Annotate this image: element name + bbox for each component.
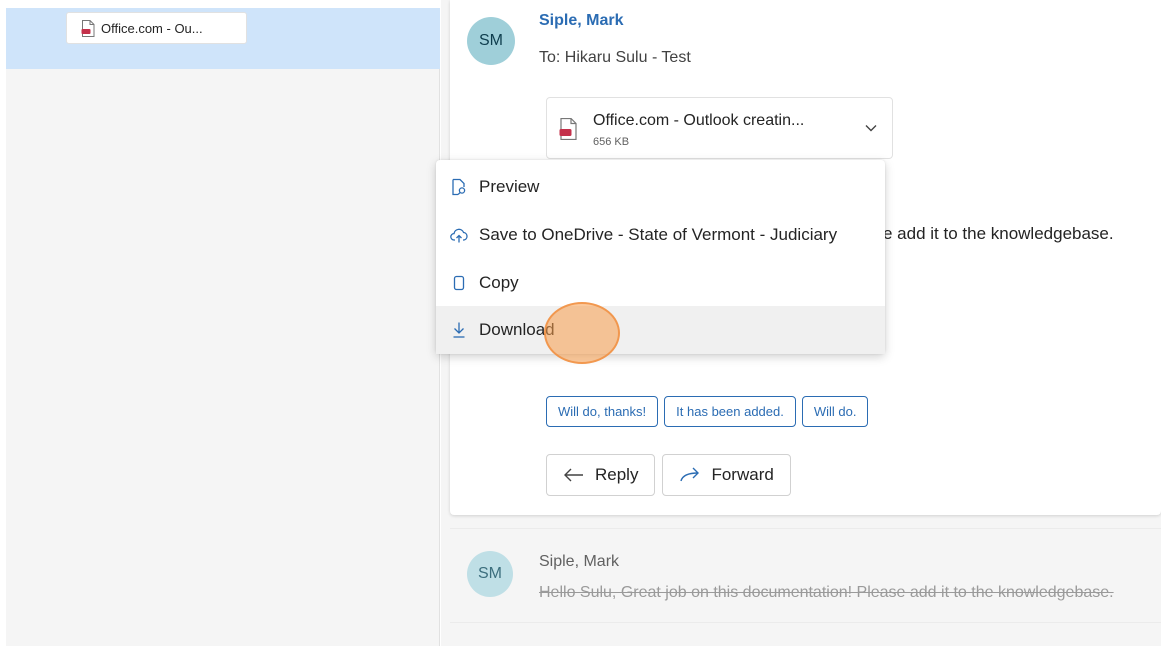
menu-item-download[interactable]: Download	[436, 306, 885, 354]
suggested-reply-button[interactable]: It has been added.	[664, 396, 796, 427]
suggested-replies: Will do, thanks! It has been added. Will…	[546, 396, 869, 427]
attachment-size: 656 KB	[593, 136, 630, 148]
pdf-file-icon	[81, 19, 95, 37]
click-indicator	[544, 302, 620, 364]
sender-name: Siple, Mark	[539, 553, 620, 570]
preview-icon	[452, 178, 466, 196]
collapsed-message[interactable]: SM Siple, Mark Hello Sulu, Great job on …	[450, 528, 1161, 623]
copy-icon	[453, 275, 465, 291]
reply-arrow-icon	[564, 468, 583, 482]
forward-arrow-icon	[680, 467, 700, 482]
selected-message-row[interactable]: Office.com - Ou...	[6, 8, 440, 69]
message-preview: Hello Sulu, Great job on this documentat…	[539, 584, 1114, 601]
forward-label: Forward	[711, 465, 774, 484]
attachment-card[interactable]: Office.com - Outlook creatin... 656 KB	[546, 97, 893, 159]
attachment-chip-label: Office.com - Ou...	[101, 20, 203, 36]
message-body-text: e add it to the knowledgebase.	[883, 224, 1114, 243]
avatar[interactable]: SM	[467, 17, 515, 65]
attachment-context-menu: Preview Save to OneDrive - State of Verm…	[436, 160, 885, 354]
avatar[interactable]: SM	[467, 551, 513, 597]
chevron-down-icon[interactable]	[863, 120, 879, 136]
forward-button[interactable]: Forward	[662, 454, 791, 496]
download-icon	[453, 322, 465, 338]
pdf-file-icon	[559, 118, 577, 140]
menu-item-copy[interactable]: Copy	[436, 259, 885, 307]
attachment-chip[interactable]: Office.com - Ou...	[66, 12, 247, 44]
reply-label: Reply	[595, 465, 639, 484]
suggested-reply-button[interactable]: Will do, thanks!	[546, 396, 659, 427]
message-actions: Reply Forward	[546, 454, 791, 496]
recipients-line: To: Hikaru Sulu - Test	[539, 49, 691, 66]
menu-item-label: Preview	[479, 177, 540, 196]
menu-item-label: Copy	[479, 273, 519, 292]
sender-name[interactable]: Siple, Mark	[539, 12, 623, 30]
menu-item-preview[interactable]: Preview	[436, 163, 885, 211]
cloud-upload-icon	[450, 228, 468, 243]
attachment-name: Office.com - Outlook creatin...	[593, 112, 805, 129]
suggested-reply-button[interactable]: Will do.	[801, 396, 869, 427]
message-list-pane: Office.com - Ou...	[6, 8, 440, 646]
reply-button[interactable]: Reply	[546, 454, 656, 496]
menu-item-label: Save to OneDrive - State of Vermont - Ju…	[479, 225, 838, 244]
menu-item-save-to-onedrive[interactable]: Save to OneDrive - State of Vermont - Ju…	[436, 211, 885, 259]
